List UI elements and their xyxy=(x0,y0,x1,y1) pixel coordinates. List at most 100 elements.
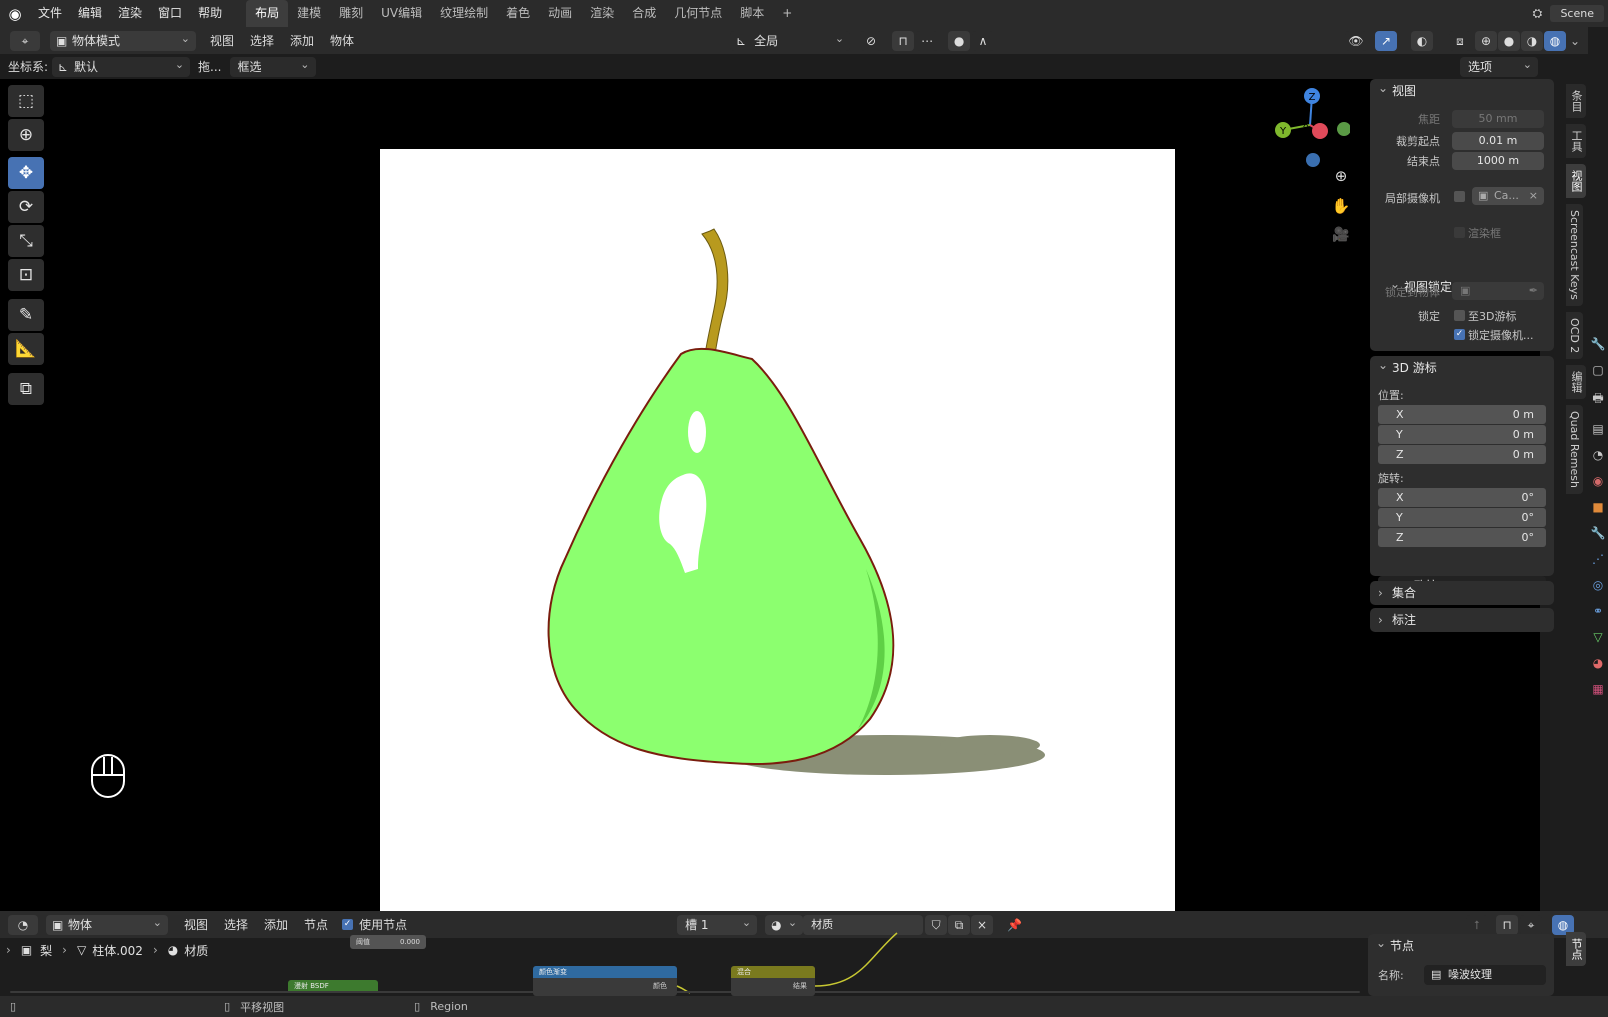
measure-tool[interactable]: 📐 xyxy=(8,333,44,365)
tab-edit[interactable]: 编辑 xyxy=(1566,365,1586,400)
tab-quad-remesh[interactable]: Quad Remesh xyxy=(1566,405,1583,495)
mode-selector[interactable]: ▣ 物体模式 xyxy=(50,29,196,51)
node-editor-canvas[interactable]: › ▣ 梨 › ▽ 柱体.002 › ◕ 材质 阈值 0.000 漫射 BSDF… xyxy=(0,931,1608,996)
visibility-icon[interactable]: 👁 xyxy=(1345,30,1367,51)
lock-to-cursor-checkbox[interactable] xyxy=(1454,310,1465,321)
scene-props-icon[interactable]: ◔ xyxy=(1593,448,1603,462)
3d-viewport[interactable]: ⬚⊕✥⟳⤡⊡✎📐⧉ Z Y X ⊕ ✋ 🎥 视图 焦距 xyxy=(0,76,1554,944)
snap-toggle-icon[interactable]: ⊓ xyxy=(892,30,915,51)
cursor-rotation-y[interactable]: Y 0° xyxy=(1378,508,1546,527)
pivot-point-icon[interactable]: ⊘ xyxy=(860,30,883,51)
tab-rendering[interactable]: 渲染 xyxy=(581,0,623,27)
modifier-props-icon[interactable]: 🔧 xyxy=(1591,526,1606,540)
tab-item[interactable]: 条目 xyxy=(1566,84,1586,118)
clip-end-field[interactable]: 1000 m xyxy=(1452,152,1544,170)
node-panel-header[interactable]: 节点 xyxy=(1368,931,1554,958)
annotate-tool[interactable]: ✎ xyxy=(8,299,44,331)
gizmo-neg-x[interactable] xyxy=(1337,122,1351,136)
cursor-location-z[interactable]: Z0 m xyxy=(1378,445,1546,464)
object-props-icon[interactable]: ■ xyxy=(1592,500,1603,514)
view-panel-header[interactable]: 视图 xyxy=(1370,76,1554,103)
tab-layout[interactable]: 布局 xyxy=(246,0,289,27)
proportional-edit-icon[interactable]: ● xyxy=(948,30,971,51)
falloff-icon[interactable]: ∧ xyxy=(972,30,995,51)
wireframe-shading-icon[interactable]: ⊕ xyxy=(1475,30,1497,51)
texture-props-icon[interactable]: ▦ xyxy=(1592,682,1603,696)
scene-name[interactable]: Scene xyxy=(1550,5,1604,22)
shading-options-icon[interactable]: ⌄ xyxy=(1566,34,1584,48)
rotate-tool[interactable]: ⟳ xyxy=(8,191,44,223)
add-cube-tool[interactable]: ⧉ xyxy=(8,373,44,405)
navigation-gizmo[interactable]: Z Y X xyxy=(1270,85,1351,169)
node-snap-icon[interactable]: ⊓ xyxy=(1496,914,1518,935)
cursor-rotation-x[interactable]: X 0° xyxy=(1378,488,1546,507)
material-shading-icon[interactable]: ◑ xyxy=(1521,30,1543,51)
eyedropper-icon[interactable]: ✒ xyxy=(1529,282,1538,300)
tab-modeling[interactable]: 建模 xyxy=(288,0,330,27)
render-region-checkbox[interactable] xyxy=(1454,227,1465,238)
gizmo-neg-z[interactable] xyxy=(1306,153,1320,167)
camera-view-icon[interactable]: 🎥 xyxy=(1330,227,1352,249)
tab-compositing[interactable]: 合成 xyxy=(623,0,665,27)
scene-selector-icon[interactable]: ⛭ xyxy=(1524,6,1550,21)
menu-edit[interactable]: 编辑 xyxy=(70,0,110,27)
collection-header[interactable]: 集合 xyxy=(1370,581,1554,605)
output-props-icon[interactable]: 🖶 xyxy=(1592,389,1603,410)
menu-select[interactable]: 选择 xyxy=(242,32,282,49)
cursor-location-y[interactable]: Y0 m xyxy=(1378,425,1546,444)
menu-file[interactable]: 文件 xyxy=(30,0,70,27)
options-dropdown[interactable]: 选项 xyxy=(1460,55,1538,77)
rendered-shading-icon[interactable]: ◍ xyxy=(1544,30,1566,51)
tab-sculpting[interactable]: 雕刻 xyxy=(330,0,372,27)
node-snap-target-icon[interactable]: ⌖ xyxy=(1520,914,1542,935)
tab-texture-paint[interactable]: 纹理绘制 xyxy=(431,0,497,27)
menu-object[interactable]: 物体 xyxy=(322,32,362,49)
node-editor-scrollbar[interactable] xyxy=(10,991,1360,993)
xray-toggle-icon[interactable]: ⧈ xyxy=(1449,30,1471,51)
clip-start-field[interactable]: 0.01 m xyxy=(1452,132,1544,150)
transform-orientation-dropdown[interactable]: ⊾ 全局 xyxy=(730,29,851,51)
menu-render[interactable]: 渲染 xyxy=(110,0,150,27)
menu-add[interactable]: 添加 xyxy=(282,32,322,49)
view-layer-icon[interactable]: ▤ xyxy=(1592,422,1603,436)
tab-scripting[interactable]: 脚本 xyxy=(731,0,773,27)
focal-length-field[interactable]: 50 mm xyxy=(1452,110,1544,128)
pan-hand-icon[interactable]: ✋ xyxy=(1330,197,1352,219)
gizmo-toggle-icon[interactable]: ↗ xyxy=(1375,30,1397,51)
tab-screencast-keys[interactable]: Screencast Keys xyxy=(1566,204,1583,306)
editor-type-button[interactable]: ⌖ xyxy=(10,30,40,51)
menu-help[interactable]: 帮助 xyxy=(190,0,230,27)
lock-to-object-field[interactable]: ▣ ✒ xyxy=(1452,282,1544,300)
tab-animation[interactable]: 动画 xyxy=(539,0,581,27)
tab-uv-editing[interactable]: UV编辑 xyxy=(372,0,431,27)
overlay-toggle-icon[interactable]: ◐ xyxy=(1411,30,1433,51)
constraints-icon[interactable]: ⚭ xyxy=(1593,604,1603,618)
coord-system-dropdown[interactable]: ⊾ 默认 xyxy=(52,55,191,77)
local-camera-field[interactable]: ▣ Ca... × xyxy=(1472,187,1544,205)
tab-shading[interactable]: 着色 xyxy=(497,0,539,27)
tab-view[interactable]: 视图 xyxy=(1566,164,1586,198)
tab-geometry-nodes[interactable]: 几何节点 xyxy=(665,0,731,27)
blender-logo-icon[interactable]: ◉ xyxy=(0,5,30,23)
solid-shading-icon[interactable]: ● xyxy=(1498,30,1520,51)
parent-node-tree-icon[interactable]: ⭡ xyxy=(1466,914,1488,935)
select-box-tool[interactable]: ⬚ xyxy=(8,85,44,117)
clear-camera-icon[interactable]: × xyxy=(1529,187,1538,205)
data-props-icon[interactable]: ▽ xyxy=(1593,630,1602,644)
cursor-tool[interactable]: ⊕ xyxy=(8,119,44,151)
local-camera-checkbox[interactable] xyxy=(1454,191,1465,202)
select-mode-dropdown[interactable]: 框选 xyxy=(229,55,316,77)
menu-view[interactable]: 视图 xyxy=(202,32,242,49)
cursor-rotation-z[interactable]: Z 0° xyxy=(1378,528,1546,547)
3d-cursor-header[interactable]: 3D 游标 xyxy=(1370,353,1554,380)
add-workspace-button[interactable]: + xyxy=(773,0,801,27)
tab-ocd[interactable]: OCD 2 xyxy=(1566,311,1583,360)
material-props-icon[interactable]: ◕ xyxy=(1593,656,1603,670)
tab-tool[interactable]: 工具 xyxy=(1566,124,1586,158)
physics-icon[interactable]: ◎ xyxy=(1593,578,1603,592)
node-sidebar-tab[interactable]: 节点 xyxy=(1566,932,1586,966)
annotation-header[interactable]: 标注 xyxy=(1370,608,1554,632)
world-props-icon[interactable]: ◉ xyxy=(1593,474,1603,488)
gizmo-x-axis[interactable] xyxy=(1312,123,1328,139)
pin-icon[interactable]: 📌 xyxy=(1007,918,1022,932)
